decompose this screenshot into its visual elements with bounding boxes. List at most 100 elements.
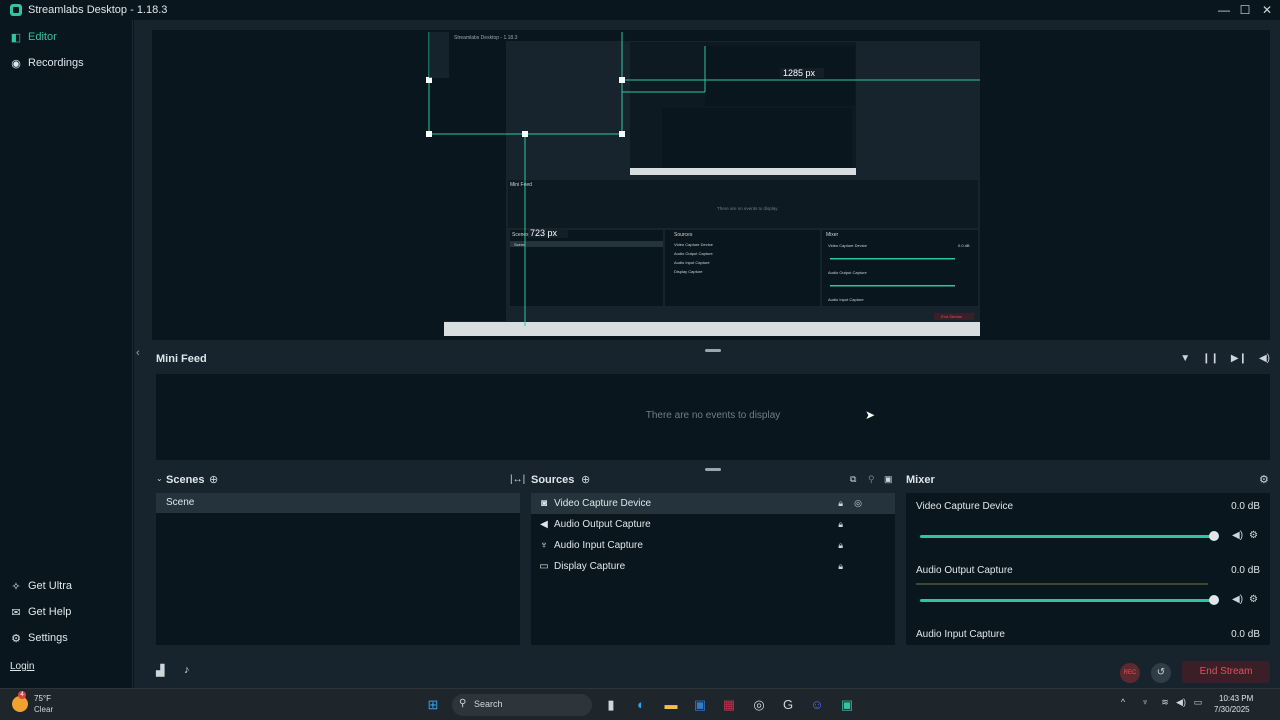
store-icon[interactable]: ▣ xyxy=(691,697,709,713)
source-item-audio-output[interactable]: ◀ Audio Output Capture 🔒︎ xyxy=(531,514,895,535)
task-view-icon[interactable]: ▮ xyxy=(602,697,620,713)
gear-icon[interactable]: ⚙ xyxy=(1249,594,1258,605)
sidebar-item-get-ultra[interactable]: ✧ Get Ultra xyxy=(0,573,133,599)
sources-panel: ◙ Video Capture Device 🔒︎ ◎ ◀ Audio Outp… xyxy=(531,493,895,645)
lock-icon[interactable]: 🔒︎ xyxy=(838,498,843,509)
recordings-icon: ◉ xyxy=(11,57,21,70)
gear-icon[interactable]: ⚙ xyxy=(1249,530,1258,541)
nested-mixer-3: Audio Input Capture xyxy=(828,297,864,302)
sidebar-item-label: Settings xyxy=(28,632,68,644)
panels-resize-handle[interactable] xyxy=(705,468,721,471)
clock-time[interactable]: 10:43 PM xyxy=(1219,694,1253,703)
weather-condition: Clear xyxy=(34,705,54,714)
speaker-icon: ◀ xyxy=(540,519,548,530)
source-item-display-capture[interactable]: ▭ Display Capture 🔒︎ xyxy=(531,556,895,577)
scenes-collapse-chevron-icon[interactable]: ⌄ xyxy=(156,474,163,483)
clock-date[interactable]: 7/30/2025 xyxy=(1214,705,1250,714)
speaker-icon[interactable]: ◀) xyxy=(1232,530,1243,541)
source-tool-icon[interactable]: ⧉ xyxy=(850,474,856,485)
source-layer-icon[interactable]: ⚲ xyxy=(868,474,875,485)
sidebar-item-get-help[interactable]: ✉ Get Help xyxy=(0,599,133,625)
file-explorer-icon[interactable]: ▬ xyxy=(662,697,680,712)
g-app-icon[interactable]: G xyxy=(779,697,797,712)
add-scene-icon[interactable]: ⊕ xyxy=(209,473,218,486)
lock-icon[interactable]: 🔒︎ xyxy=(838,561,843,572)
volume-icon[interactable]: ◀) xyxy=(1259,353,1270,364)
add-folder-icon[interactable]: ▣ xyxy=(884,474,893,485)
collapse-sidebar-chevron-icon[interactable]: ‹ xyxy=(136,347,140,359)
volume-slider-video[interactable] xyxy=(920,535,1214,538)
sources-title: Sources xyxy=(531,474,575,486)
nested-source-2: Audio Output Capture xyxy=(674,251,713,256)
mixer-item-label: Video Capture Device xyxy=(916,501,1014,512)
taskbar-search[interactable]: ⚲ Search xyxy=(452,694,592,716)
help-icon: ✉ xyxy=(11,606,21,619)
mini-feed-empty-text: There are no events to display xyxy=(645,410,781,421)
windows-start-icon[interactable]: ⊞ xyxy=(424,697,442,713)
volume-knob-video[interactable] xyxy=(1209,531,1219,541)
source-item-audio-input[interactable]: ♆ Audio Input Capture 🔒︎ xyxy=(531,535,895,556)
tray-chevron-up-icon[interactable]: ^ xyxy=(1114,697,1132,707)
scene-item[interactable]: Scene xyxy=(156,493,520,513)
streamlabs-logo-icon xyxy=(10,4,22,16)
login-link[interactable]: Login xyxy=(10,661,34,672)
add-source-icon[interactable]: ⊕ xyxy=(581,473,590,486)
nested-mixer-2: Audio Output Capture xyxy=(828,270,867,275)
sidebar-item-label: Get Ultra xyxy=(28,580,73,592)
sidebar-item-recordings[interactable]: ◉ Recordings xyxy=(0,50,132,76)
level-meter xyxy=(916,583,1208,585)
source-label: Audio Output Capture xyxy=(554,519,651,530)
speaker-icon[interactable]: ◀) xyxy=(1232,594,1243,605)
lock-icon[interactable]: 🔒︎ xyxy=(838,540,843,551)
window-title: Streamlabs Desktop - 1.18.3 xyxy=(28,4,168,16)
nested-source-3: Audio Input Capture xyxy=(674,260,710,265)
mixer-item-db: 0.0 dB xyxy=(1231,565,1260,576)
mini-feed-toolbar: ▼ ❙❙ ▶❙ ◀) xyxy=(1180,353,1270,364)
source-label: Audio Input Capture xyxy=(554,540,643,551)
minimize-button[interactable]: — xyxy=(1214,0,1234,20)
taskbar: 4 75°F Clear ⊞ ⚲ Search ▮ ◐ ▬ ▣ ▦ ◎ G ☺ … xyxy=(0,688,1280,720)
sidebar-item-label: Editor xyxy=(28,31,57,43)
volume-knob-audio-output[interactable] xyxy=(1209,595,1219,605)
source-label: Video Capture Device xyxy=(554,498,652,509)
visibility-icon[interactable]: ◎ xyxy=(854,498,862,509)
volume-tray-icon[interactable]: ◀) xyxy=(1172,697,1190,708)
end-stream-button[interactable]: End Stream xyxy=(1182,661,1270,683)
nested-mini-feed-title: Mini Feed xyxy=(510,182,532,188)
ultra-icon: ✧ xyxy=(11,580,21,593)
edge-browser-icon[interactable]: ◐ xyxy=(632,697,650,712)
maximize-button[interactable]: ☐ xyxy=(1235,0,1255,20)
mixer-item-db: 0.0 dB xyxy=(1231,629,1260,640)
volume-slider-audio-output[interactable] xyxy=(920,599,1214,602)
mixer-item-label: Audio Output Capture xyxy=(916,565,1013,576)
scenes-title: Scenes xyxy=(166,474,205,486)
steam-icon[interactable]: ◎ xyxy=(750,697,768,713)
close-button[interactable]: ✕ xyxy=(1257,0,1277,20)
stats-chart-icon[interactable]: ▟ xyxy=(156,664,164,677)
feed-resize-handle[interactable] xyxy=(705,349,721,352)
sidebar: ◧ Editor ◉ Recordings ✧ Get Ultra ✉ Get … xyxy=(0,20,133,688)
sidebar-item-label: Recordings xyxy=(28,57,84,69)
microphone-tray-icon[interactable]: ♆ xyxy=(1136,697,1154,707)
battery-icon[interactable]: ▭ xyxy=(1189,697,1207,708)
mixer-item-db: 0.0 dB xyxy=(1231,501,1260,512)
streamlabs-taskbar-icon[interactable]: ▣ xyxy=(838,697,856,713)
pause-icon[interactable]: ❙❙ xyxy=(1202,353,1219,364)
scene-transition-icon[interactable]: |↔| xyxy=(510,474,525,485)
sidebar-item-settings[interactable]: ⚙ Settings xyxy=(0,625,133,651)
notification-bell-icon[interactable]: ♪ xyxy=(184,664,190,676)
preview-canvas[interactable]: Streamlabs Desktop - 1.18.3 Mini Feed Th… xyxy=(152,30,1270,340)
mixer-settings-gear-icon[interactable]: ⚙ xyxy=(1259,473,1269,486)
lock-icon[interactable]: 🔒︎ xyxy=(838,519,843,530)
filter-icon[interactable]: ▼ xyxy=(1180,353,1190,364)
record-button[interactable]: REC xyxy=(1120,663,1140,683)
skip-icon[interactable]: ▶❙ xyxy=(1231,353,1247,364)
sidebar-item-editor[interactable]: ◧ Editor xyxy=(0,24,132,50)
app-red-icon[interactable]: ▦ xyxy=(720,697,738,713)
discord-icon[interactable]: ☺ xyxy=(808,697,826,712)
mixer-title: Mixer xyxy=(906,474,935,486)
nested-sources-title: Sources xyxy=(674,232,693,238)
settings-icon: ⚙ xyxy=(11,632,21,645)
replay-buffer-icon[interactable]: ↺ xyxy=(1151,663,1171,683)
source-item-video-capture[interactable]: ◙ Video Capture Device 🔒︎ ◎ xyxy=(531,493,895,514)
